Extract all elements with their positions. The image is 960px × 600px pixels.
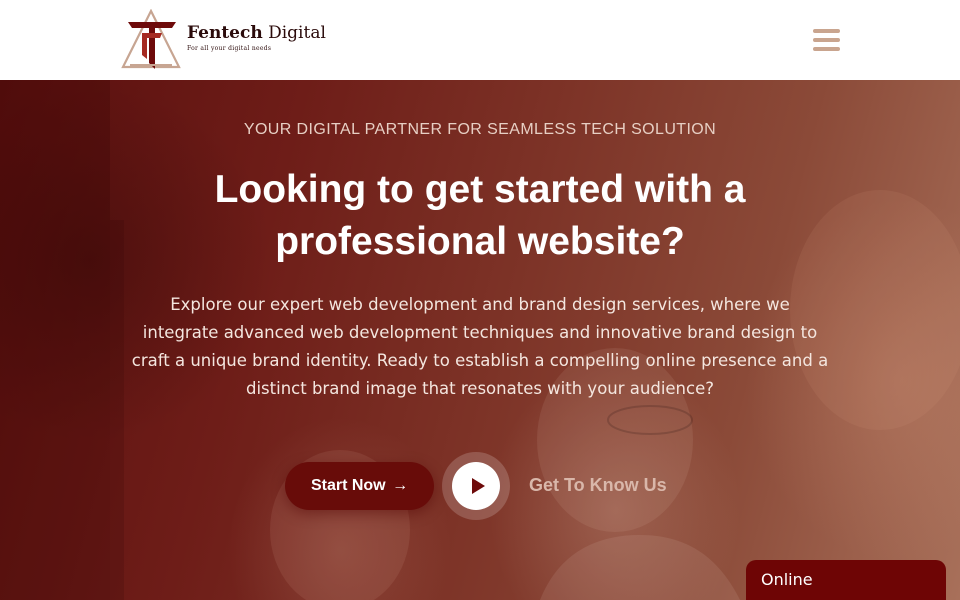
brand-name: Fentech Digital: [187, 23, 326, 43]
brand-name-regular: Digital: [268, 23, 326, 43]
get-to-know-us-link[interactable]: Get To Know Us: [529, 475, 667, 496]
hero-description: Explore our expert web development and b…: [131, 295, 829, 398]
play-video-button[interactable]: [452, 462, 500, 510]
hero-section: YOUR DIGITAL PARTNER FOR SEAMLESS TECH S…: [0, 80, 960, 600]
brand-tagline: For all your digital needs: [187, 45, 272, 52]
brand-logo[interactable]: Fentech Digital For all your digital nee…: [120, 9, 330, 71]
play-icon: [472, 478, 485, 494]
site-header: Fentech Digital For all your digital nee…: [0, 0, 960, 80]
menu-bar-bottom: [813, 47, 840, 51]
start-now-button[interactable]: Start Now →: [285, 462, 434, 510]
hamburger-menu-icon[interactable]: [813, 28, 841, 52]
brand-name-bold: Fentech: [187, 23, 263, 43]
start-now-label: Start Now: [310, 477, 386, 494]
arrow-right-icon: →: [392, 477, 409, 494]
chat-widget[interactable]: Online: [746, 560, 946, 600]
menu-bar-middle: [813, 38, 840, 42]
hero-tagline: YOUR DIGITAL PARTNER FOR SEAMLESS TECH S…: [243, 121, 717, 138]
menu-bar-top: [813, 29, 840, 33]
hero-headline: Looking to get started with a profession…: [214, 168, 746, 263]
fentech-logo-icon: [121, 9, 181, 69]
chat-status: Online: [761, 570, 813, 589]
